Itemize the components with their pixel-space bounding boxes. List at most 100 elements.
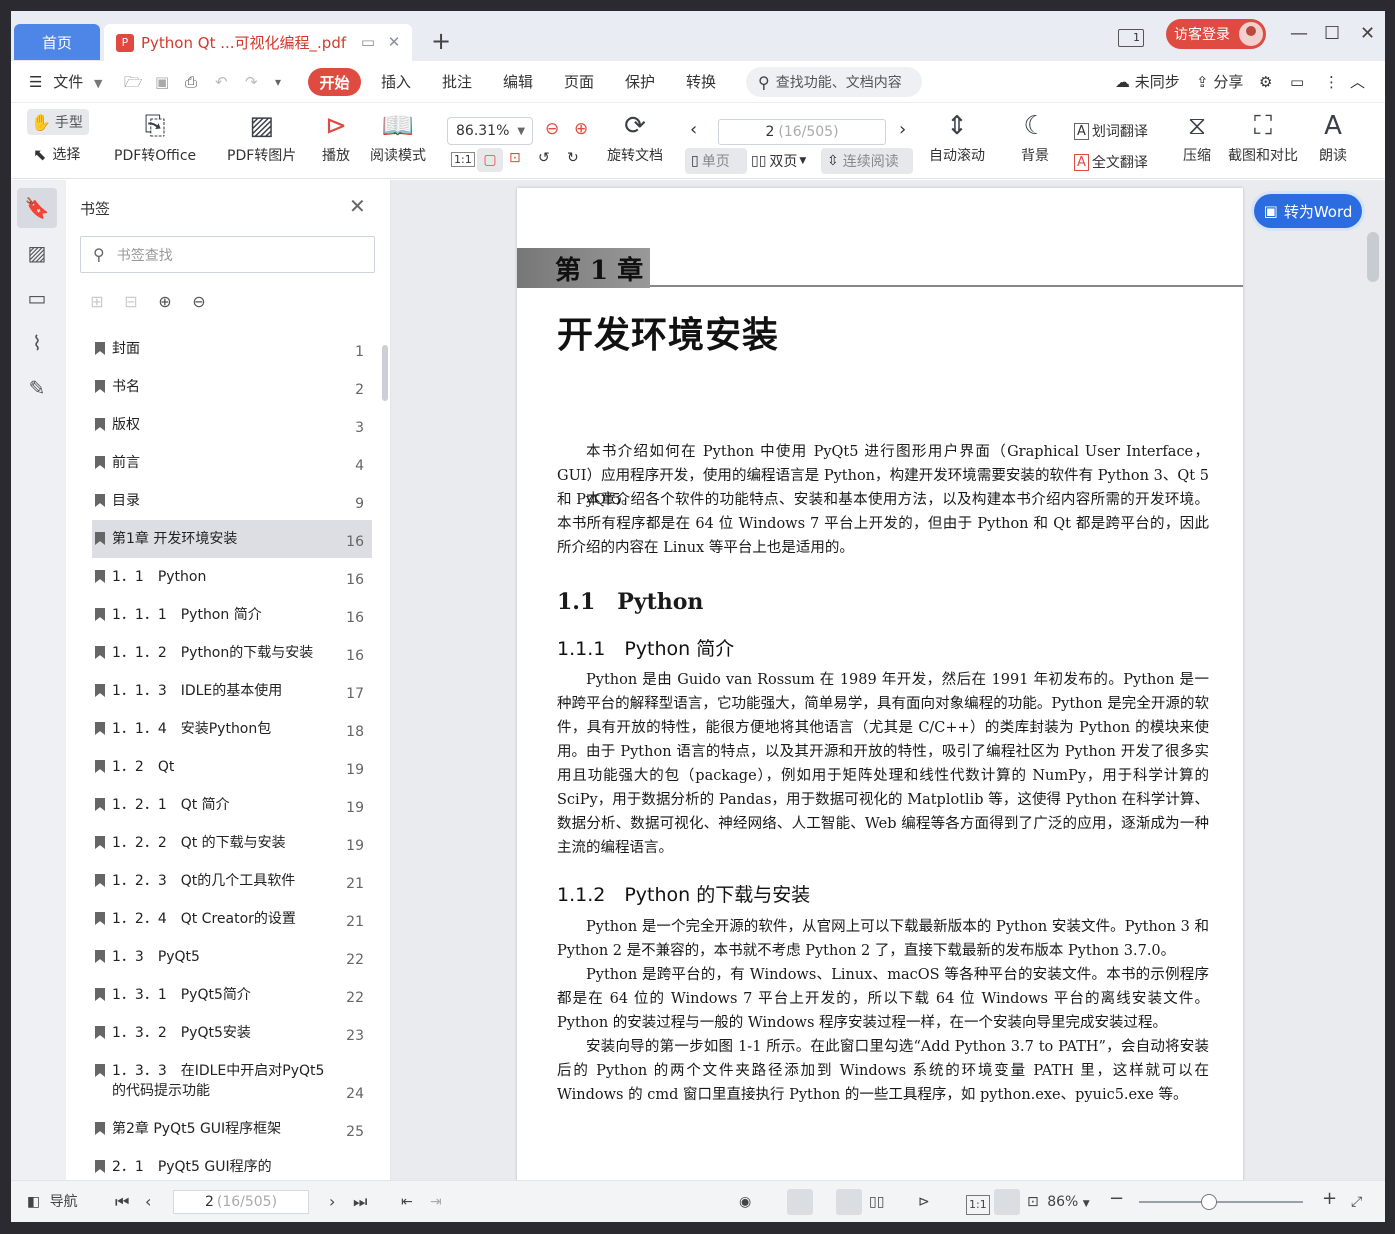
minimize-button[interactable]: — [1290,25,1308,43]
more-quick-icon[interactable]: ▾ [275,73,281,91]
menu-annotate[interactable]: 批注 [442,73,472,91]
bookmark-item[interactable]: 目录 9 [92,482,372,520]
bookmark-item[interactable]: 第1章 开发环境安装 16 [92,520,372,558]
next-page-status-icon[interactable]: › [329,1193,335,1211]
fullscreen-icon[interactable]: ⤢ [1351,1193,1362,1211]
zoom-in-icon[interactable]: ⊕ [574,119,588,139]
bookmark-item[interactable]: 1．2．1 Qt 简介 19 [92,786,372,824]
single-page-status-icon[interactable] [836,1189,862,1215]
bookmark-item[interactable]: 1．2．2 Qt 的下载与安装 19 [92,824,372,862]
close-window-button[interactable]: ✕ [1360,25,1375,43]
prev-page-status-icon[interactable]: ‹ [145,1193,151,1211]
bookmark-item[interactable]: 1．2．3 Qt的几个工具软件 21 [92,862,372,900]
open-icon[interactable]: 🗁 [124,73,143,91]
feature-search[interactable]: ⚲ 查找功能、文档内容 [746,67,922,97]
compress-button[interactable]: ⧖ 压缩 [1183,109,1211,165]
fit-page-status-icon[interactable] [994,1189,1020,1215]
add-bookmark-icon[interactable]: ⊕ [154,292,176,311]
navigation-toggle[interactable]: ◧ 导航 [27,1193,78,1211]
full-translate-button[interactable]: A 全文翻译 [1074,152,1148,172]
convert-to-word-button[interactable]: ▣ 转为Word [1254,194,1362,228]
select-tool[interactable]: ⬉ 选择 [33,141,80,167]
fit-width-icon[interactable]: ⊡ [509,150,521,166]
collapse-ribbon-icon[interactable]: ︿ [1350,73,1365,91]
play-status-icon[interactable]: ⊳ [918,1193,930,1211]
close-tab-icon[interactable]: ✕ [386,34,402,50]
layout-icon[interactable]: 1 [1118,26,1144,50]
zoom-select[interactable]: 86.31% ▼ [447,117,533,145]
close-icon[interactable]: ✕ [349,194,366,218]
hand-tool[interactable]: ✋ 手型 [27,109,89,135]
bookmark-item[interactable]: 书名 2 [92,368,372,406]
comment-icon[interactable]: ▭ [1290,73,1304,91]
menu-start[interactable]: 开始 [308,68,361,96]
zoom-slider[interactable] [1139,1201,1303,1203]
play-button[interactable]: ⊳ 播放 [322,109,350,165]
undo-icon[interactable]: ↶ [215,73,228,91]
bookmark-item[interactable]: 1．3．2 PyQt5安装 23 [92,1014,372,1052]
settings-icon[interactable]: ⚙ [1259,73,1272,91]
rotate-left-icon[interactable]: ↺ [538,150,550,166]
bookmark-item[interactable]: 第2章 PyQt5 GUI程序框架 25 [92,1110,372,1148]
maximize-button[interactable]: ☐ [1324,25,1340,43]
bookmark-item[interactable]: 1．3．1 PyQt5简介 22 [92,976,372,1014]
last-page-icon[interactable]: ⏭ [353,1193,367,1211]
share-button[interactable]: ⇪ 分享 [1196,73,1243,91]
bookmark-item[interactable]: 1．2．4 Qt Creator的设置 21 [92,900,372,938]
bookmark-item[interactable]: 前言 4 [92,444,372,482]
bookmark-item[interactable]: 1．1 Python 16 [92,558,372,596]
zoom-slider-handle[interactable] [1201,1194,1217,1210]
bookmark-icon[interactable]: 🔖 [17,188,57,228]
read-mode-button[interactable]: 📖 阅读模式 [370,109,426,165]
word-translate-button[interactable]: A 划词翻译 [1074,121,1148,141]
bookmark-item[interactable]: 1．3 PyQt5 22 [92,938,372,976]
save-icon[interactable]: ▣ [155,73,169,91]
auto-scroll-button[interactable]: ⇕ 自动滚动 [929,109,985,165]
menu-insert[interactable]: 插入 [381,73,411,91]
bookmark-item[interactable]: 1．1．1 Python 简介 16 [92,596,372,634]
menu-page[interactable]: 页面 [564,73,594,91]
rotate-document-button[interactable]: ⟳ 旋转文档 [607,109,663,165]
collapse-icon[interactable]: ⊟ [120,292,142,311]
bookmark-item[interactable]: 版权 3 [92,406,372,444]
bookmark-item[interactable]: 1．1．4 安装Python包 18 [92,710,372,748]
zoom-out-status-icon[interactable]: − [1109,1190,1124,1208]
panel-scrollbar[interactable] [382,345,388,401]
bookmark-item[interactable]: 1．2 Qt 19 [92,748,372,786]
actual-size-status-icon[interactable]: 1:1 [966,1195,990,1215]
fit-page-icon[interactable]: ▢ [477,148,503,172]
bookmark-item[interactable]: 1．1．2 Python的下载与安装 16 [92,634,372,672]
document-scrollbar[interactable] [1367,232,1379,282]
next-page-icon[interactable]: › [899,119,906,140]
tab-document[interactable]: P Python Qt ...可视化编程_.pdf ▭ ✕ [104,24,412,61]
login-button[interactable]: 访客登录 [1166,19,1266,49]
continuous-read-button[interactable]: ⇳ 连续阅读 [821,148,913,174]
eye-protection-icon[interactable]: ◉ [739,1193,751,1211]
bookmark-item[interactable]: 封面 1 [92,330,372,368]
monitor-icon[interactable]: ▭ [360,34,376,50]
signature-icon[interactable]: ✎ [17,368,57,408]
forward-icon[interactable]: ⇥ [430,1193,442,1211]
attachment-icon[interactable]: ⌇ [17,323,57,363]
sync-status[interactable]: ☁ 未同步 [1115,73,1180,91]
menu-edit[interactable]: 编辑 [503,73,533,91]
bookmark-search-input[interactable]: ⚲ 书签查找 [80,236,375,273]
thumbnail-icon[interactable]: ▨ [17,233,57,273]
pdf-to-image-button[interactable]: ▨ PDF转图片 [227,109,296,165]
menu-file[interactable]: ☰ 文件 ▼ [29,73,103,93]
print-icon[interactable]: ⎙ [185,73,197,91]
menu-convert[interactable]: 转换 [686,73,716,91]
double-page-status-icon[interactable]: ▯▯ [869,1193,884,1211]
pdf-to-office-button[interactable]: ⎘ PDF转Office [114,109,196,165]
annotation-icon[interactable]: ▭ [17,278,57,318]
new-tab-button[interactable]: + [431,29,451,53]
bookmark-item[interactable]: 2．1 PyQt5 GUI程序的 [92,1148,372,1180]
double-page-button[interactable]: ▯▯ 双页 ▼ [751,151,806,171]
zoom-out-icon[interactable]: ⊖ [545,119,559,139]
background-button[interactable]: ☾ 背景 [1021,109,1049,165]
page-number-input[interactable]: 2 (16/505) [718,119,886,145]
screenshot-button[interactable]: ⛶ 截图和对比 [1228,109,1298,165]
expand-icon[interactable]: ⊞ [86,292,108,311]
actual-size-button[interactable]: 1:1 [451,152,475,167]
tab-home[interactable]: 首页 [14,24,100,60]
